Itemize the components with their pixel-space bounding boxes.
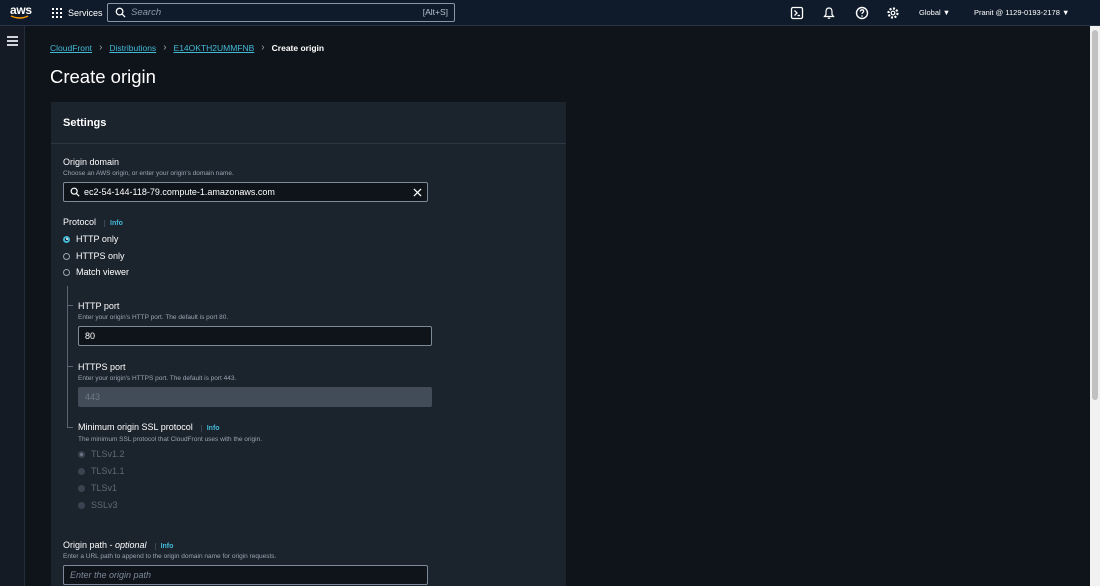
- search-icon: [70, 187, 80, 197]
- origin-domain-input[interactable]: ec2-54-144-118-79.compute-1.amazonaws.co…: [63, 182, 428, 202]
- menu-icon[interactable]: [7, 36, 18, 48]
- ssl-protocol-label-text: Minimum origin SSL protocol: [78, 422, 193, 432]
- clear-icon[interactable]: [413, 188, 422, 197]
- breadcrumb-distributions[interactable]: Distributions: [109, 43, 156, 53]
- origin-domain-description: Choose an AWS origin, or enter your orig…: [63, 170, 234, 177]
- search-input[interactable]: Search [Alt+S]: [107, 3, 455, 22]
- radio-checked-icon: [63, 235, 70, 243]
- ssl-option-label: TLSv1: [91, 483, 118, 493]
- chevron-right-icon: ›: [163, 42, 167, 53]
- origin-path-input[interactable]: Enter the origin path: [63, 565, 428, 585]
- account-menu[interactable]: Pranit @ 1129-0193-2178 ▼: [974, 8, 1069, 17]
- protocol-option-match-viewer[interactable]: Match viewer: [63, 267, 129, 277]
- ssl-option-tlsv1: TLSv1: [78, 483, 117, 493]
- http-port-value: 80: [85, 331, 96, 341]
- search-shortcut: [Alt+S]: [422, 7, 448, 17]
- ssl-option-tlsv1-2: TLSv1.2: [78, 449, 125, 459]
- breadcrumb-current: Create origin: [271, 42, 325, 53]
- origin-domain-value: ec2-54-144-118-79.compute-1.amazonaws.co…: [84, 187, 275, 197]
- origin-path-description: Enter a URL path to append to the origin…: [63, 553, 277, 560]
- settings-panel: Settings Origin domain Choose an AWS ori…: [51, 102, 566, 586]
- origin-path-label: Origin path - optional Info: [63, 540, 174, 550]
- grid-icon: [52, 8, 62, 18]
- search-icon: [115, 7, 126, 18]
- services-label: Services: [68, 8, 103, 18]
- protocol-option-https-only[interactable]: HTTPS only: [63, 251, 125, 261]
- protocol-option-http-only[interactable]: HTTP only: [63, 234, 118, 244]
- settings-icon[interactable]: [886, 6, 900, 20]
- scrollbar-thumb[interactable]: [1092, 30, 1098, 400]
- ssl-protocol-label: Minimum origin SSL protocol Info: [78, 422, 220, 432]
- settings-title: Settings: [63, 117, 107, 129]
- ssl-option-sslv3: SSLv3: [78, 500, 118, 510]
- origin-path-info-link[interactable]: Info: [154, 543, 174, 550]
- http-port-label: HTTP port: [78, 301, 120, 311]
- http-port-input[interactable]: 80: [78, 326, 432, 346]
- ssl-option-tlsv1-1: TLSv1.1: [78, 466, 125, 476]
- origin-domain-label: Origin domain: [63, 157, 120, 167]
- connector-branch: [67, 305, 73, 306]
- ssl-option-label: TLSv1.1: [91, 466, 125, 476]
- nested-settings-connector: [67, 286, 68, 428]
- chevron-right-icon: ›: [261, 42, 265, 53]
- connector-branch: [67, 427, 73, 428]
- radio-icon: [63, 268, 70, 276]
- origin-path-optional: optional: [115, 540, 147, 550]
- protocol-option-label: HTTPS only: [76, 251, 125, 261]
- radio-icon: [78, 467, 85, 475]
- ssl-option-label: TLSv1.2: [91, 449, 125, 459]
- radio-checked-icon: [78, 450, 85, 458]
- https-port-description: Enter your origin's HTTPS port. The defa…: [78, 375, 237, 382]
- breadcrumb-cloudfront[interactable]: CloudFront: [50, 43, 92, 53]
- page-scrollbar[interactable]: [1090, 26, 1100, 586]
- region-selector[interactable]: Global ▼: [919, 8, 950, 17]
- https-port-label: HTTPS port: [78, 362, 126, 372]
- ssl-option-label: SSLv3: [91, 500, 118, 510]
- top-navigation-bar: aws Services Search [Alt+S] Global ▼ Pra…: [0, 0, 1100, 26]
- protocol-option-label: Match viewer: [76, 267, 130, 277]
- protocol-label: Protocol Info: [63, 217, 123, 227]
- ssl-protocol-info-link[interactable]: Info: [200, 425, 220, 432]
- help-icon[interactable]: [855, 6, 869, 20]
- side-navigation-rail: [0, 26, 25, 586]
- page-title: Create origin: [50, 66, 156, 87]
- breadcrumb-distribution-id[interactable]: E14OKTH2UMMFNB: [174, 43, 255, 53]
- https-port-value: 443: [85, 392, 101, 402]
- protocol-info-link[interactable]: Info: [104, 220, 123, 227]
- ssl-protocol-description: The minimum SSL protocol that CloudFront…: [78, 436, 263, 443]
- http-port-description: Enter your origin's HTTP port. The defau…: [78, 314, 229, 321]
- aws-logo[interactable]: aws: [8, 3, 34, 23]
- radio-icon: [78, 484, 85, 492]
- notifications-icon[interactable]: [822, 6, 836, 20]
- cloudshell-icon[interactable]: [790, 6, 804, 20]
- breadcrumb: CloudFront › Distributions › E14OKTH2UMM…: [50, 42, 324, 53]
- origin-path-placeholder: Enter the origin path: [70, 570, 152, 580]
- radio-icon: [63, 252, 70, 260]
- connector-branch: [67, 366, 73, 367]
- protocol-label-text: Protocol: [63, 217, 97, 227]
- protocol-option-label: HTTP only: [76, 234, 119, 244]
- aws-smile-icon: [10, 15, 29, 19]
- https-port-input: 443: [78, 387, 432, 407]
- search-placeholder: Search: [131, 7, 162, 18]
- radio-icon: [78, 501, 85, 509]
- services-menu-button[interactable]: Services: [52, 5, 103, 21]
- settings-panel-header: Settings: [51, 102, 566, 144]
- chevron-right-icon: ›: [99, 42, 103, 53]
- origin-path-label-text: Origin path -: [63, 540, 116, 550]
